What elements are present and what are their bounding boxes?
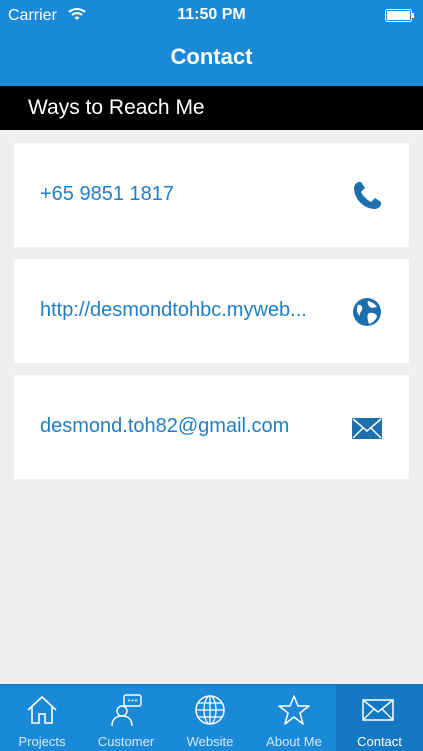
status-bar: Carrier 11:50 PM: [0, 0, 423, 32]
globe-icon: [195, 695, 225, 725]
website-contact-card[interactable]: http://desmondtohbc.myweb...: [14, 259, 409, 363]
section-header: Ways to Reach Me: [0, 86, 423, 130]
battery-icon: [385, 9, 414, 22]
phone-contact-card[interactable]: +65 9851 1817: [14, 143, 409, 247]
email-contact-card[interactable]: desmond.toh82@gmail.com: [14, 375, 409, 479]
tab-projects[interactable]: Projects: [0, 685, 84, 751]
tab-customer[interactable]: Customer: [84, 685, 168, 751]
tab-website[interactable]: Website: [168, 685, 252, 751]
tab-about-me[interactable]: About Me: [252, 685, 336, 751]
globe-icon[interactable]: [350, 295, 384, 329]
page-title: Contact: [170, 44, 253, 69]
mail-icon[interactable]: [350, 411, 384, 445]
tab-bar: Projects Customer Website About Me Conta…: [0, 684, 423, 751]
star-icon: [278, 695, 310, 725]
app-header: Carrier 11:50 PM Contact: [0, 0, 423, 86]
email-address[interactable]: desmond.toh82@gmail.com: [40, 415, 350, 438]
phone-icon[interactable]: [350, 179, 384, 213]
tab-label-contact: Contact: [357, 734, 402, 749]
mail-icon: [362, 699, 394, 721]
tab-label-about-me: About Me: [266, 734, 322, 749]
phone-number[interactable]: +65 9851 1817: [40, 183, 350, 206]
tab-contact[interactable]: Contact: [336, 685, 423, 751]
tab-label-customer: Customer: [97, 734, 155, 749]
tab-label-website: Website: [186, 734, 234, 749]
section-title: Ways to Reach Me: [28, 96, 205, 119]
home-icon: [27, 695, 57, 724]
tab-label-projects: Projects: [18, 734, 66, 749]
website-url[interactable]: http://desmondtohbc.myweb...: [40, 299, 350, 322]
status-time: 11:50 PM: [177, 6, 246, 23]
customer-chat-icon: [111, 694, 142, 727]
